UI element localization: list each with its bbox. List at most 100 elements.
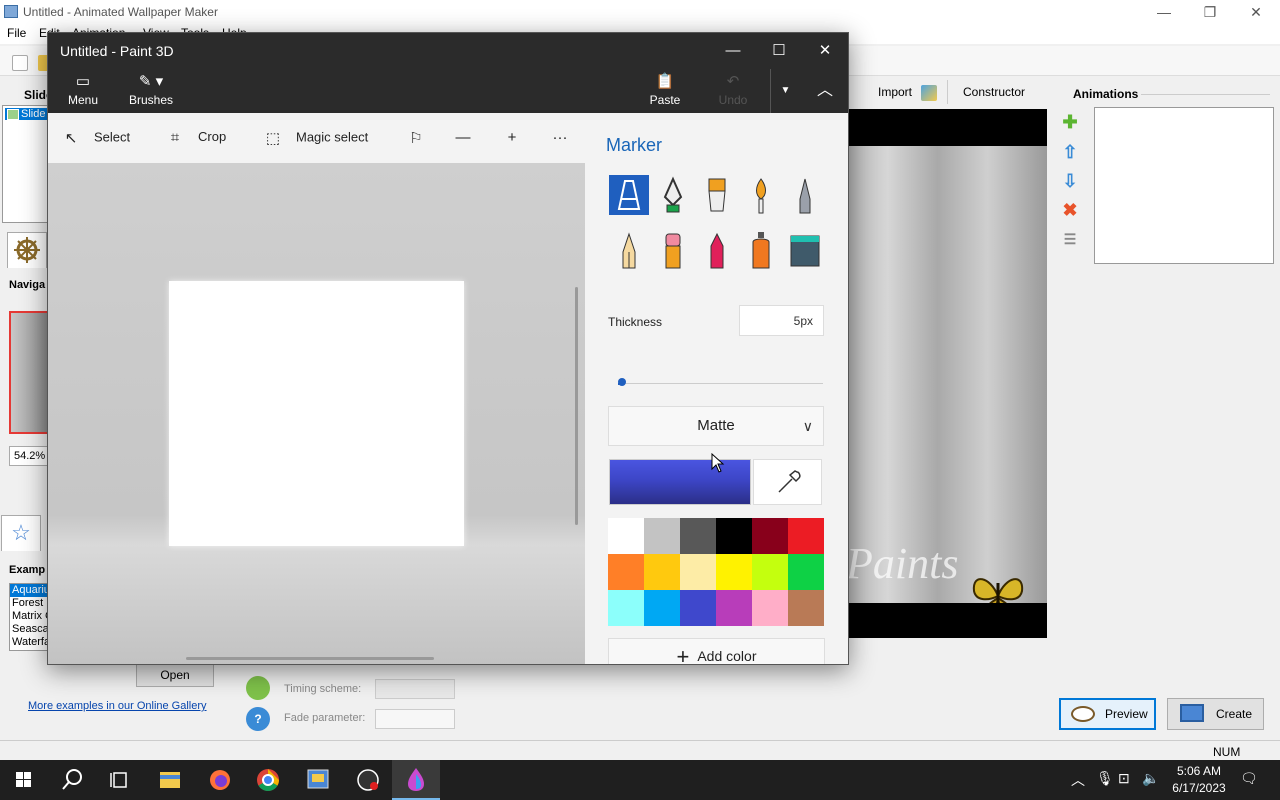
history-dropdown[interactable]: ▼ (770, 69, 800, 113)
eraser-brush[interactable] (653, 230, 693, 270)
more-tool[interactable]: ··· (551, 129, 583, 146)
thickness-input[interactable]: 5px (739, 305, 824, 336)
preview-button[interactable]: Preview (1059, 698, 1156, 730)
start-button[interactable] (0, 760, 48, 800)
open-button[interactable]: Open (136, 664, 214, 687)
spray-can-brush[interactable] (741, 230, 781, 270)
clock-time[interactable]: 5:06 AM (1164, 764, 1234, 778)
network-icon[interactable]: ⊡ (1118, 770, 1130, 787)
vertical-scrollbar[interactable] (575, 287, 578, 525)
refresh-icon[interactable] (246, 676, 270, 700)
palette-swatch[interactable] (680, 590, 716, 626)
file-explorer-button[interactable] (146, 760, 194, 800)
flag-tool[interactable]: ⚐ (407, 129, 439, 147)
zoom-field[interactable]: 54.2% (9, 446, 49, 466)
zoom-in-tool[interactable]: + (503, 129, 535, 146)
examples-list[interactable]: Aquariu Forest I Matrix C Seascap Waterf… (9, 583, 49, 651)
horizontal-scrollbar[interactable] (186, 657, 434, 660)
properties-icon[interactable]: ☰ (1061, 230, 1079, 248)
restore-icon[interactable]: ❐ (1187, 2, 1233, 22)
palette-swatch[interactable] (788, 590, 824, 626)
thickness-slider-track[interactable] (618, 383, 823, 384)
crop-tool[interactable]: ⌗ Crop (166, 129, 226, 146)
select-tool[interactable]: ↖ Select (62, 129, 130, 147)
list-item[interactable]: Waterfa (10, 636, 48, 649)
chrome-button[interactable] (244, 760, 292, 800)
palette-swatch[interactable] (680, 518, 716, 554)
fill-brush[interactable] (785, 230, 825, 270)
paste-button[interactable]: 📋 Paste (644, 69, 686, 113)
finish-select[interactable]: Matte ∨ (608, 406, 824, 446)
paint3d-window[interactable]: Untitled - Paint 3D — ☐ ✕ ▭ Menu ✎ ▾ Bru… (47, 32, 849, 665)
palette-swatch[interactable] (716, 554, 752, 590)
online-gallery-link[interactable]: More examples in our Online Gallery (28, 700, 207, 712)
pencil-brush[interactable] (609, 230, 649, 270)
navigator-thumbnail[interactable] (9, 311, 49, 434)
eyedropper-button[interactable] (753, 459, 822, 505)
pixel-pen-brush[interactable] (785, 175, 825, 215)
minimize-icon[interactable]: — (1141, 2, 1187, 22)
palette-swatch[interactable] (716, 590, 752, 626)
palette-swatch[interactable] (644, 590, 680, 626)
microphone-icon[interactable]: 🎙 (1096, 770, 1114, 787)
marker-brush[interactable] (609, 175, 649, 215)
palette-swatch[interactable] (752, 590, 788, 626)
task-view-button[interactable] (96, 760, 144, 800)
timing-scheme-select[interactable] (375, 679, 455, 699)
list-item[interactable]: Forest I (10, 597, 48, 610)
workspace[interactable] (48, 163, 585, 664)
move-up-icon[interactable]: ⇧ (1061, 143, 1079, 161)
navigator-tab[interactable] (7, 232, 47, 268)
new-file-button[interactable] (0, 50, 28, 74)
palette-swatch[interactable] (680, 554, 716, 590)
volume-icon[interactable]: 🔈 (1142, 770, 1159, 787)
create-button[interactable]: Create (1167, 698, 1264, 730)
star-tab[interactable]: ☆ (1, 515, 41, 551)
list-item[interactable]: Seascap (10, 623, 48, 636)
paint3d-title-bar[interactable]: Untitled - Paint 3D — ☐ ✕ (48, 33, 848, 69)
fade-parameter-select[interactable] (375, 709, 455, 729)
palette-swatch[interactable] (788, 518, 824, 554)
notifications-icon[interactable]: 🗨 (1240, 770, 1258, 787)
animations-list[interactable] (1094, 107, 1274, 264)
palette-swatch[interactable] (644, 518, 680, 554)
palette-swatch[interactable] (608, 554, 644, 590)
palette-swatch[interactable] (788, 554, 824, 590)
palette-swatch[interactable] (752, 554, 788, 590)
canvas[interactable] (169, 281, 464, 546)
calligraphy-pen-brush[interactable] (653, 175, 693, 215)
obs-button[interactable] (344, 760, 392, 800)
crayon-brush[interactable] (697, 230, 737, 270)
wallpaper-preview[interactable]: Paints (848, 109, 1047, 638)
palette-swatch[interactable] (752, 518, 788, 554)
minimize-icon[interactable]: — (710, 33, 756, 69)
thickness-slider-thumb[interactable] (618, 378, 626, 386)
list-item[interactable]: Aquariu (10, 584, 48, 597)
palette-swatch[interactable] (716, 518, 752, 554)
collapse-ribbon-button[interactable]: ︿ (808, 69, 842, 113)
help-icon[interactable]: ? (246, 707, 270, 731)
menu-button[interactable]: ▭ Menu (60, 69, 106, 113)
add-color-button[interactable]: + Add color (608, 638, 825, 664)
delete-icon[interactable]: ✖ (1061, 201, 1079, 219)
paint3d-button[interactable] (392, 760, 440, 800)
move-down-icon[interactable]: ⇩ (1061, 172, 1079, 190)
add-animation-icon[interactable]: ✚ (1061, 113, 1079, 131)
wallpaper-maker-button[interactable] (294, 760, 342, 800)
palette-swatch[interactable] (644, 554, 680, 590)
current-color-swatch[interactable] (609, 459, 751, 505)
zoom-out-tool[interactable]: — (454, 129, 486, 146)
close-icon[interactable]: ✕ (802, 33, 848, 69)
constructor-button[interactable]: Constructor (950, 80, 1050, 125)
slide-item[interactable]: Slide (5, 108, 47, 120)
list-item[interactable]: Matrix C (10, 610, 48, 623)
watercolor-brush[interactable] (741, 175, 781, 215)
brushes-button[interactable]: ✎ ▾ Brushes (126, 69, 176, 113)
undo-button[interactable]: ↶ Undo (712, 69, 754, 113)
search-button[interactable] (48, 760, 96, 800)
close-icon[interactable]: ✕ (1233, 2, 1279, 22)
maximize-icon[interactable]: ☐ (756, 33, 802, 69)
menu-file[interactable]: File (7, 26, 26, 40)
oil-brush[interactable] (697, 175, 737, 215)
chevron-up-icon[interactable]: ︿ (1071, 770, 1085, 790)
